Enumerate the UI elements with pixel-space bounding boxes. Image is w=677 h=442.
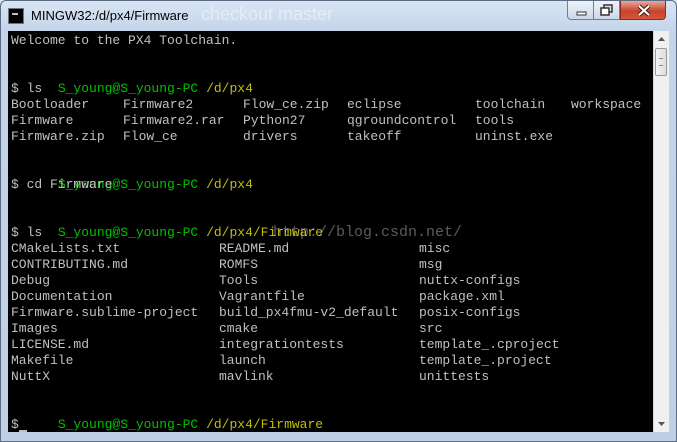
ls-entry: Python27 (243, 113, 306, 128)
prompt-line: S_young@S_young-PC /d/px4/Firmware (11, 209, 323, 240)
terminal-app-icon[interactable] (8, 8, 24, 24)
prompt-path: /d/px4 (206, 81, 253, 96)
ls-entry: CMakeLists.txt (11, 241, 121, 256)
ls-entry: tools (475, 113, 515, 128)
command-line: $ (11, 417, 19, 432)
ls-entry: src (419, 321, 443, 336)
ls-entry: Images (11, 321, 58, 336)
ls-entry: Firmware2.rar (123, 113, 225, 128)
prompt-user: S_young@S_young-PC (57, 417, 199, 432)
text-cursor (19, 430, 27, 432)
ls-row: NuttX mavlink unittests (11, 369, 611, 385)
scrollbar-thumb[interactable] (655, 48, 667, 76)
ls-entry: ROMFS (219, 257, 259, 272)
command-line: $ ls (11, 81, 43, 96)
close-icon (637, 4, 651, 17)
console-output[interactable]: Welcome to the PX4 Toolchain. S_young@S_… (8, 31, 653, 432)
restore-icon (600, 4, 613, 16)
watermark-text: checkout master (201, 4, 334, 24)
ls-entry: misc (419, 241, 451, 256)
ls-row: Images cmake src (11, 321, 611, 337)
ls-entry: drivers (243, 129, 298, 144)
ls-entry: Bootloader (11, 97, 90, 112)
ls-entry: Firmware (11, 113, 74, 128)
ls-row: CMakeLists.txt README.md misc (11, 241, 611, 257)
prompt-line: S_young@S_young-PC /d/px4 (11, 161, 253, 192)
minimize-button[interactable] (567, 1, 594, 20)
prompt-line: S_young@S_young-PC /d/px4/Firmware (11, 401, 323, 432)
ls-entry: LICENSE.md (11, 337, 90, 352)
ls-entry: takeoff (347, 129, 402, 144)
ls-entry: CONTRIBUTING.md (11, 257, 129, 272)
ls-entry: uninst.exe (475, 129, 554, 144)
ls-entry: posix-configs (419, 305, 521, 320)
ls-entry: README.md (219, 241, 290, 256)
prompt-user: S_young@S_young-PC (57, 81, 199, 96)
vertical-scrollbar[interactable] (653, 31, 669, 432)
ls-entry: launch (219, 353, 266, 368)
prompt-path: /d/px4 (206, 177, 253, 192)
ls-entry: msg (419, 257, 443, 272)
ls-entry: Makefile (11, 353, 74, 368)
ls-entry: Debug (11, 273, 51, 288)
ls-row: Firmware Firmware2.rar Python27 qgroundc… (11, 113, 651, 129)
prompt-line: S_young@S_young-PC /d/px4 (11, 65, 253, 96)
prompt-path: /d/px4/Firmware (206, 417, 324, 432)
ls-row: LICENSE.md integrationtests template_.cp… (11, 337, 611, 353)
ls-entry: Firmware.zip (11, 129, 105, 144)
ls-entry: Firmware.sublime-project (11, 305, 199, 320)
ls-entry: cmake (219, 321, 259, 336)
ls-entry: toolchain (475, 97, 546, 112)
ls-row: Debug Tools nuttx-configs (11, 273, 611, 289)
ls-row: CONTRIBUTING.md ROMFS msg (11, 257, 611, 273)
ls-entry: Vagrantfile (219, 289, 305, 304)
close-button[interactable] (620, 1, 666, 20)
arrow-up-icon (658, 37, 665, 41)
maximize-button[interactable] (594, 1, 620, 20)
ls-entry: Firmware2 (123, 97, 194, 112)
ls-entry: eclipse (347, 97, 402, 112)
ls-row: Makefile launch template_.project (11, 353, 611, 369)
terminal-window: MINGW32:/d/px4/Firmware checkout master … (0, 0, 677, 442)
minimize-icon (576, 11, 587, 16)
ls-entry: template_.cproject (419, 337, 560, 352)
ls-row: Bootloader Firmware2 Flow_ce.zip eclipse… (11, 97, 651, 113)
ls-entry: unittests (419, 369, 490, 384)
ls-entry: mavlink (219, 369, 274, 384)
prompt-user: S_young@S_young-PC (57, 225, 199, 240)
ls-entry: workspace (571, 97, 642, 112)
command-line: $ cd Firmware (11, 177, 113, 192)
scroll-up-button[interactable] (654, 31, 669, 48)
ls-entry: qgroundcontrol (347, 113, 457, 128)
welcome-line: Welcome to the PX4 Toolchain. (11, 33, 238, 48)
command-line: $ ls (11, 225, 43, 240)
ls-row: Firmware.zip Flow_ce drivers takeoff uni… (11, 129, 651, 145)
ls-entry: integrationtests (219, 337, 344, 352)
ls-entry: template_.project (419, 353, 552, 368)
ls-entry: Flow_ce.zip (243, 97, 329, 112)
title-bar[interactable]: MINGW32:/d/px4/Firmware checkout master (1, 1, 676, 31)
arrow-down-icon (658, 422, 665, 426)
ls-entry: nuttx-configs (419, 273, 521, 288)
blog-watermark: http://blog.csdn.net/ (273, 224, 463, 241)
ls-entry: Tools (219, 273, 259, 288)
ls-entry: build_px4fmu-v2_default (219, 305, 399, 320)
ls-entry: Flow_ce (123, 129, 178, 144)
scroll-down-button[interactable] (654, 415, 669, 432)
ls-row: Documentation Vagrantfile package.xml (11, 289, 611, 305)
window-title: MINGW32:/d/px4/Firmware (31, 8, 189, 23)
ls-row: Firmware.sublime-project build_px4fmu-v2… (11, 305, 611, 321)
ls-entry: package.xml (419, 289, 505, 304)
ls-entry: Documentation (11, 289, 113, 304)
ls-entry: NuttX (11, 369, 51, 384)
